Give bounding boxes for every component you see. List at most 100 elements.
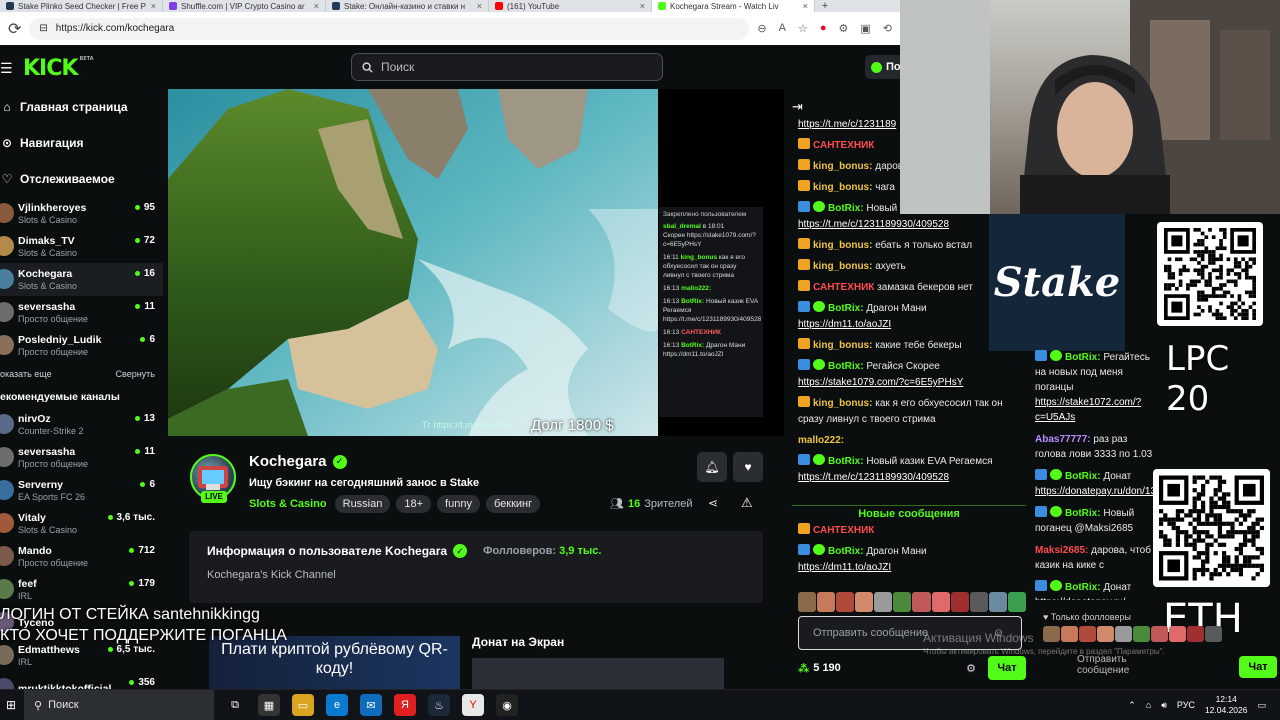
extension-red-icon[interactable]: ● — [820, 22, 827, 35]
emote-icon[interactable] — [855, 592, 874, 612]
donation-panel-image[interactable] — [472, 658, 724, 689]
close-tab-icon[interactable]: × — [640, 1, 645, 11]
stream-category[interactable]: Slots & Casino — [249, 498, 327, 510]
read-aloud-icon[interactable]: A — [779, 22, 786, 35]
address-bar[interactable]: ⊟ https://kick.com/kochegara — [29, 17, 750, 40]
kick-logo[interactable]: KICK BETA — [23, 56, 94, 81]
report-icon[interactable]: ⚠ — [741, 495, 753, 511]
yandex-browser-icon[interactable]: Y — [462, 694, 484, 716]
follow-button[interactable]: ♥ — [733, 452, 763, 482]
sidebar-channel[interactable]: mruktikktokofficial 356 — [0, 672, 163, 689]
chat-username[interactable]: king_bonus: — [813, 240, 872, 251]
chat-username[interactable]: САНТЕХНИК — [813, 282, 874, 293]
new-tab-icon[interactable]: + — [815, 0, 835, 12]
site-info-icon[interactable]: ⊟ — [39, 23, 47, 34]
close-tab-icon[interactable]: × — [803, 1, 808, 11]
browser-tab[interactable]: Kochegara Stream - Watch Liv × — [652, 0, 815, 12]
browser-tab[interactable]: (161) YouTube × — [489, 0, 652, 12]
emote-icon[interactable] — [988, 592, 1007, 612]
chat-username[interactable]: king_bonus: — [813, 340, 872, 351]
obs-icon[interactable]: ◉ — [496, 694, 518, 716]
sidebar-channel[interactable]: Posledniy_Ludik Просто общение 6 — [0, 329, 163, 362]
chat-username[interactable]: BotRix: — [828, 361, 864, 372]
volume-icon[interactable]: 🔊︎ — [1161, 700, 1167, 711]
chat-username[interactable]: king_bonus: — [813, 261, 872, 272]
chat-username[interactable]: BotRix: — [828, 456, 864, 467]
streamer-name[interactable]: Kochegara ✓ — [249, 453, 347, 470]
stream-tag[interactable]: 18+ — [396, 495, 432, 513]
task-view-icon[interactable]: ⧉ — [224, 694, 246, 716]
new-messages-divider[interactable]: Новые сообщения — [792, 505, 1026, 521]
browser-tab[interactable]: Stake: Онлайн-казино и ставки н × — [326, 0, 489, 12]
sidebar-channel[interactable]: nirvOz Counter-Strike 2 13 — [0, 408, 163, 441]
emote-icon[interactable] — [893, 592, 912, 612]
stream-tag[interactable]: беккинг — [485, 495, 541, 513]
zoom-icon[interactable]: ⊖ — [757, 22, 766, 35]
browser-tab[interactable]: Stake Plinko Seed Checker | Free P × — [0, 0, 163, 12]
file-explorer-icon[interactable]: ▭ — [292, 694, 314, 716]
sidebar-channel[interactable]: Dimaks_TV Slots & Casino 72 — [0, 230, 163, 263]
store-icon[interactable]: ▦ — [258, 694, 280, 716]
emote-icon[interactable] — [1007, 592, 1026, 612]
sidebar-nav-item[interactable]: ♡ Отслеживаемое — [0, 161, 163, 197]
taskbar-search[interactable]: ⚲ Поиск — [24, 689, 214, 720]
share-icon[interactable]: ⋖ — [708, 496, 718, 510]
emote-icon[interactable] — [950, 592, 969, 612]
collapse-chat-icon[interactable]: ⇥ — [792, 99, 803, 115]
tray-overflow-icon[interactable]: ⌃ — [1128, 700, 1136, 711]
chat-link[interactable]: https://t.me/c/1231189 — [798, 119, 896, 130]
menu-icon[interactable]: ☰ — [0, 60, 13, 77]
chat-link[interactable]: https://dm11.to/aoJZI — [798, 319, 891, 330]
emote-icon[interactable] — [874, 592, 893, 612]
notifications-button[interactable]: 🔔︎ — [697, 452, 727, 482]
notifications-icon[interactable]: ▭ — [1257, 700, 1266, 711]
favorite-icon[interactable]: ☆ — [798, 22, 808, 35]
split-screen-icon[interactable]: ▣ — [860, 22, 870, 35]
windows-start-icon[interactable]: ⊞ — [6, 698, 20, 712]
chat-username[interactable]: САНТЕХНИК — [813, 140, 874, 151]
sidebar-channel[interactable]: Kochegara Slots & Casino 16 — [0, 263, 163, 296]
chat-username[interactable]: king_bonus: — [813, 161, 872, 172]
stream-tag[interactable]: funny — [437, 495, 480, 513]
show-more-link[interactable]: оказать еще — [0, 369, 52, 379]
close-tab-icon[interactable]: × — [151, 1, 156, 11]
chat-username[interactable]: BotRix: — [828, 203, 864, 214]
video-player[interactable]: Закреплено пользователем sbal_dremal в 1… — [168, 89, 784, 436]
sidebar-nav-item[interactable]: ⊙ Навигация — [0, 125, 163, 161]
steam-icon[interactable]: ♨ — [428, 694, 450, 716]
emote-icon[interactable] — [817, 592, 836, 612]
emote-icon[interactable] — [798, 592, 817, 612]
search-input[interactable] — [381, 60, 641, 74]
sidebar-channel[interactable]: seversasha Просто общение 11 — [0, 441, 163, 474]
emote-icon[interactable] — [931, 592, 950, 612]
search-bar[interactable] — [351, 53, 663, 81]
collapse-link[interactable]: Свернуть — [116, 369, 155, 379]
sidebar-channel[interactable]: feef IRL 179 — [0, 573, 163, 606]
chat-username[interactable]: mallo222: — [798, 435, 844, 446]
sidebar-channel[interactable]: seversasha Просто общение 11 — [0, 296, 163, 329]
chat-username[interactable]: BotRix: — [828, 303, 864, 314]
stream-tag[interactable]: Russian — [334, 495, 391, 513]
close-tab-icon[interactable]: × — [477, 1, 482, 11]
extension-icon[interactable]: ⚙ — [839, 22, 849, 35]
go-live-button[interactable]: По — [865, 55, 905, 79]
chat-username[interactable]: САНТЕХНИК — [813, 525, 874, 536]
chat-link[interactable]: https://stake1079.com/?c=6E5yPHsY — [798, 377, 963, 388]
chat-link[interactable]: https://t.me/c/1231189930/409528 — [798, 472, 949, 483]
network-icon[interactable]: ⌂ — [1146, 700, 1151, 710]
sidebar-nav-item[interactable]: ⌂ Главная страница — [0, 89, 163, 125]
clock[interactable]: 12:14 12.04.2026 — [1205, 694, 1248, 716]
mail-icon[interactable]: ✉ — [360, 694, 382, 716]
edge-icon[interactable]: e — [326, 694, 348, 716]
send-chat-button[interactable]: Чат — [988, 656, 1026, 680]
emote-icon[interactable] — [969, 592, 988, 612]
close-tab-icon[interactable]: × — [314, 1, 319, 11]
sidebar-channel[interactable]: Serverny EA Sports FC 26 6 — [0, 474, 163, 507]
chat-username[interactable]: king_bonus: — [813, 398, 872, 409]
browser-tab[interactable]: Shuffle.com | VIP Crypto Casino ar × — [163, 0, 326, 12]
yandex-icon[interactable]: Я — [394, 694, 416, 716]
chat-link[interactable]: https://t.me/c/1231189930/409528 — [798, 219, 949, 230]
sidebar-channel[interactable]: Vitaly Slots & Casino 3,6 тыс. — [0, 507, 163, 540]
chat-username[interactable]: BotRix: — [828, 546, 864, 557]
gear-icon[interactable]: ⚙ — [966, 662, 976, 675]
